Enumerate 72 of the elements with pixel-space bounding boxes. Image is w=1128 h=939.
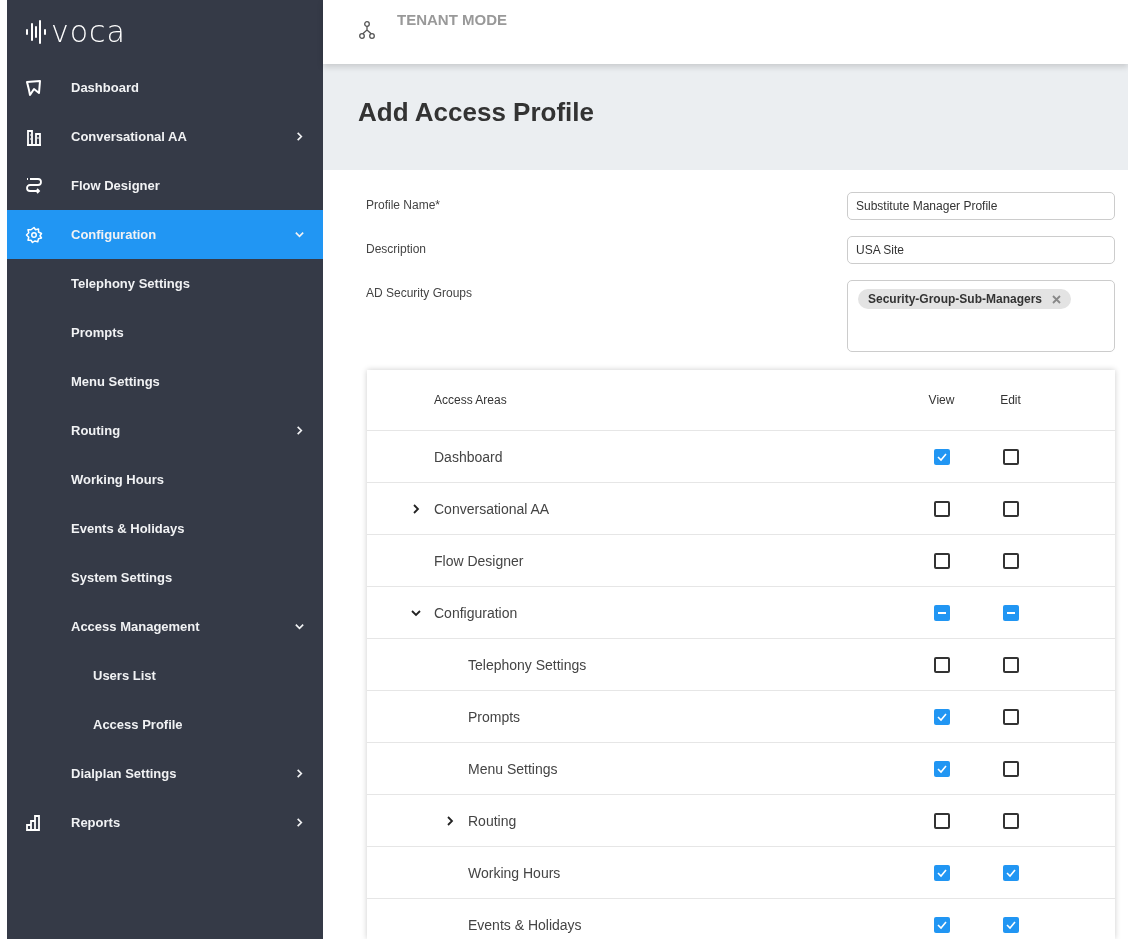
checkbox[interactable] <box>1002 864 1019 881</box>
sidebar-item[interactable]: Routing <box>7 406 323 455</box>
sidebar-item[interactable]: Flow Designer <box>7 161 323 210</box>
checkbox[interactable] <box>1002 812 1019 829</box>
logo-icon <box>25 18 47 45</box>
field-label: Description <box>366 241 427 256</box>
checkbox[interactable] <box>933 656 950 673</box>
column-header: Access Areas <box>434 393 508 407</box>
checkbox[interactable] <box>933 500 950 517</box>
checkbox[interactable] <box>933 708 950 725</box>
table-cell-text: Prompts <box>468 708 522 725</box>
sidebar-item[interactable]: Prompts <box>7 308 323 357</box>
bar-chart-icon <box>25 813 43 832</box>
table-cell-text: Conversational AA <box>434 500 551 517</box>
sidebar-item[interactable]: Dashboard <box>7 63 323 112</box>
hierarchy-icon <box>359 20 375 40</box>
checkbox[interactable] <box>1002 448 1019 465</box>
chevron-icon[interactable] <box>444 814 456 827</box>
sidebar-item[interactable]: Telephony Settings <box>7 259 323 308</box>
checkbox[interactable] <box>933 864 950 881</box>
table-cell-text: Dashboard <box>434 448 504 465</box>
checkbox[interactable] <box>1002 916 1019 933</box>
chevron-icon[interactable] <box>294 817 305 828</box>
checkbox[interactable] <box>1002 500 1019 517</box>
checkbox[interactable] <box>1002 604 1019 621</box>
checkbox[interactable] <box>933 552 950 569</box>
sidebar-item[interactable]: Access Management <box>7 602 323 651</box>
column-header: Edit <box>1000 393 1021 407</box>
checkbox[interactable] <box>1002 656 1019 673</box>
chevron-icon[interactable] <box>410 502 422 515</box>
column-header: View <box>928 393 955 407</box>
sidebar-item[interactable]: Conversational AA <box>7 112 323 161</box>
flow-icon <box>25 176 43 195</box>
settings-icon <box>25 225 43 244</box>
close-icon[interactable] <box>1052 294 1062 304</box>
chip-label: Security-Group-Sub-Managers <box>868 292 1043 306</box>
mode-label: TENANT MODE <box>397 10 507 28</box>
table-cell-text: Events & Holidays <box>468 916 583 933</box>
chevron-icon[interactable] <box>294 131 305 142</box>
logo-text: voca <box>51 14 126 49</box>
checkbox[interactable] <box>1002 708 1019 725</box>
checkbox[interactable] <box>933 760 950 777</box>
checkbox[interactable] <box>933 448 950 465</box>
sidebar-item[interactable]: System Settings <box>7 553 323 602</box>
field-label: AD Security Groups <box>366 285 473 300</box>
chevron-icon[interactable] <box>294 425 305 436</box>
checkbox[interactable] <box>933 604 950 621</box>
chevron-icon[interactable] <box>294 768 305 779</box>
sidebar-item[interactable]: Dialplan Settings <box>7 749 323 798</box>
sidebar-item[interactable]: Menu Settings <box>7 357 323 406</box>
sidebar-item[interactable]: Events & Holidays <box>7 504 323 553</box>
checkbox[interactable] <box>933 812 950 829</box>
sidebar-item[interactable]: Reports <box>7 798 323 847</box>
page-title: Add Access Profile <box>358 96 594 128</box>
table-cell-text: Flow Designer <box>434 552 525 569</box>
sidebar-item[interactable]: Working Hours <box>7 455 323 504</box>
building-icon <box>25 127 43 146</box>
table-cell-text: Menu Settings <box>468 760 559 777</box>
tag-input-field[interactable]: Security-Group-Sub-Managers <box>847 280 1115 352</box>
checkbox[interactable] <box>1002 760 1019 777</box>
table-cell-text: Telephony Settings <box>468 656 588 673</box>
sidebar-item[interactable]: Users List <box>7 651 323 700</box>
table-cell-text: Configuration <box>434 604 519 621</box>
table-cell-text: Working Hours <box>468 864 562 881</box>
sidebar-item[interactable]: Access Profile <box>7 700 323 749</box>
input-field[interactable]: Substitute Manager Profile <box>847 192 1115 220</box>
input-field[interactable]: USA Site <box>847 236 1115 264</box>
table-cell-text: Routing <box>468 812 518 829</box>
checkbox[interactable] <box>933 916 950 933</box>
checkbox[interactable] <box>1002 552 1019 569</box>
chevron-icon[interactable] <box>294 621 305 632</box>
field-label: Profile Name* <box>366 197 441 212</box>
